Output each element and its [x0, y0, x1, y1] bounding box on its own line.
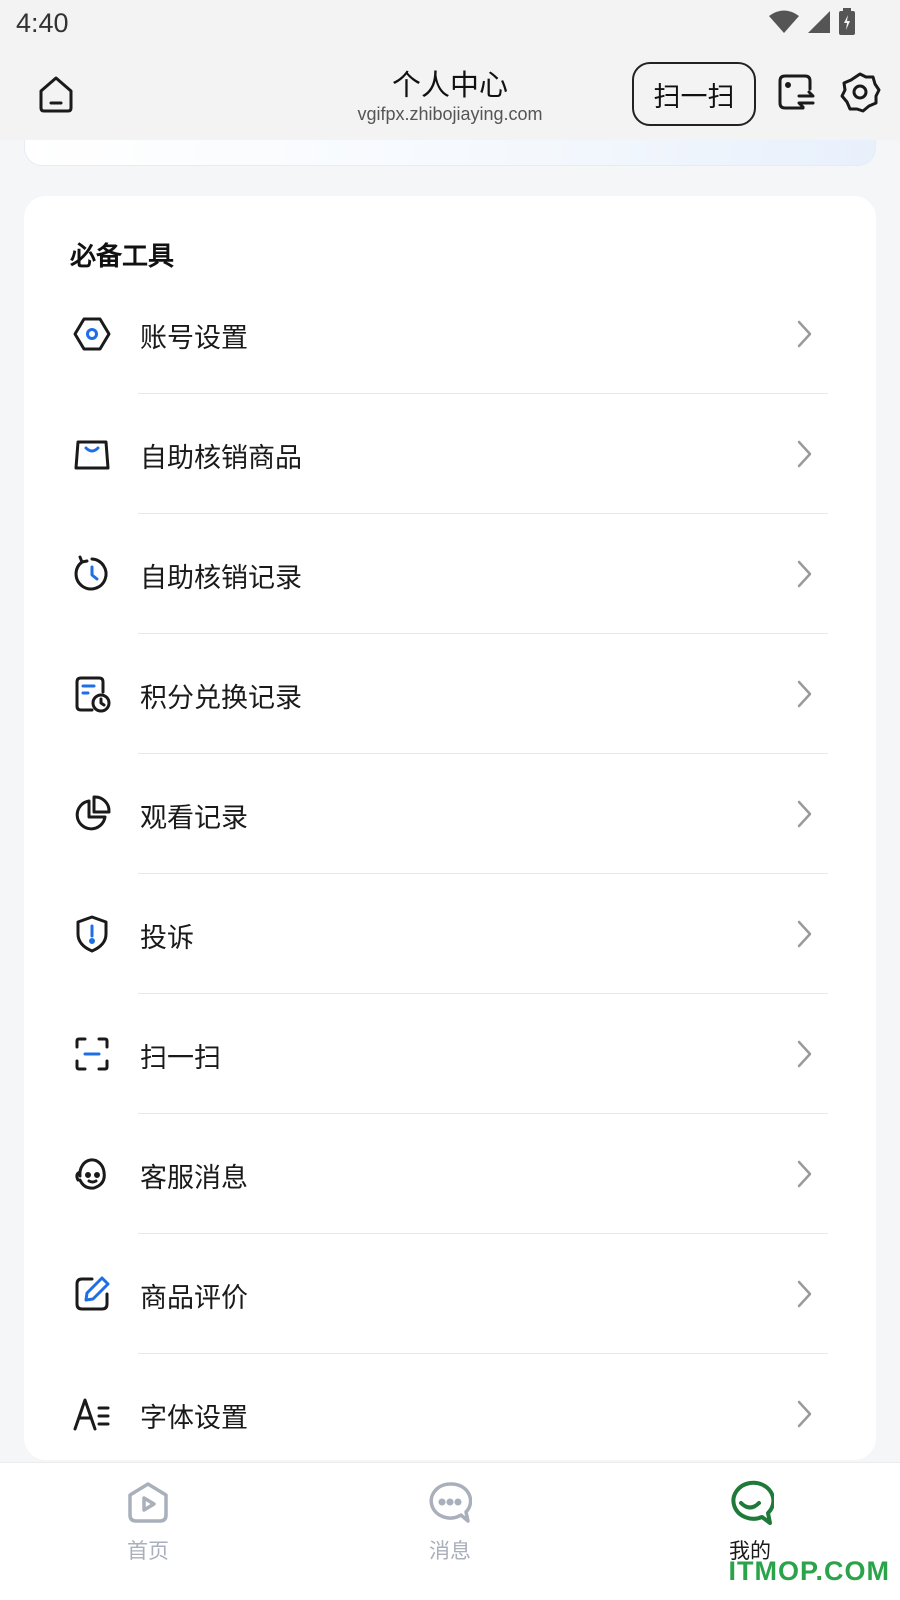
chevron-right-icon	[797, 1040, 812, 1068]
menu-item-label: 商品评价	[140, 1283, 248, 1314]
menu-item-customer-service[interactable]: 客服消息	[24, 1114, 876, 1234]
tab-messages[interactable]: 消息	[390, 1479, 510, 1579]
pie-chart-icon	[70, 792, 114, 836]
scan-button[interactable]: 扫一扫	[632, 62, 756, 126]
scan-frame-icon	[70, 1032, 114, 1076]
chevron-right-icon	[797, 320, 812, 348]
menu-item-font-settings[interactable]: 字体设置	[24, 1354, 876, 1474]
chevron-right-icon	[797, 680, 812, 708]
gear-icon	[839, 71, 881, 117]
chevron-right-icon	[797, 800, 812, 828]
tools-list: 账号设置 自助核销商品 自助核销记录 积分兑换记录 观看记录 投诉 扫一扫 客服…	[24, 274, 876, 1474]
smile-profile-icon	[726, 1479, 774, 1527]
tab-label: 消息	[429, 1539, 471, 1563]
headset-face-icon	[70, 1152, 114, 1196]
menu-item-label: 观看记录	[140, 803, 248, 834]
menu-item-product-review[interactable]: 商品评价	[24, 1234, 876, 1354]
home-icon	[35, 73, 77, 119]
home-button[interactable]	[30, 70, 82, 122]
page-title: 个人中心	[391, 68, 508, 102]
chevron-right-icon	[797, 1280, 812, 1308]
switch-card-icon	[775, 71, 817, 117]
clock-history-icon	[70, 552, 114, 596]
menu-item-label: 自助核销记录	[140, 563, 302, 594]
menu-item-label: 自助核销商品	[140, 443, 302, 474]
menu-item-label: 投诉	[140, 923, 194, 954]
header-bar: 个人中心 vgifpx.zhibojiaying.com 扫一扫	[0, 50, 900, 140]
tab-home[interactable]: 首页	[88, 1479, 208, 1579]
shopping-bag-icon	[70, 432, 114, 476]
font-size-icon	[70, 1392, 114, 1436]
tools-card: 必备工具 账号设置 自助核销商品 自助核销记录 积分兑换记录 观看记录 投诉 扫…	[24, 196, 876, 1460]
menu-item-self-verify-records[interactable]: 自助核销记录	[24, 514, 876, 634]
settings-button[interactable]	[834, 68, 886, 120]
switch-account-button[interactable]	[770, 68, 822, 120]
menu-item-label: 扫一扫	[140, 1043, 221, 1074]
menu-item-self-verify-goods[interactable]: 自助核销商品	[24, 394, 876, 514]
watermark-text: ITMOP.COM	[728, 1556, 890, 1586]
profile-card-bottom	[24, 140, 876, 166]
chevron-right-icon	[797, 560, 812, 588]
status-icons	[768, 8, 856, 40]
play-home-icon	[124, 1479, 172, 1527]
chevron-right-icon	[797, 1160, 812, 1188]
battery-icon	[838, 8, 856, 40]
chevron-right-icon	[797, 1400, 812, 1428]
chevron-right-icon	[797, 440, 812, 468]
menu-item-complaint[interactable]: 投诉	[24, 874, 876, 994]
menu-item-label: 客服消息	[140, 1163, 248, 1194]
menu-item-label: 积分兑换记录	[140, 683, 302, 714]
chevron-right-icon	[797, 920, 812, 948]
status-time: 4:40	[16, 8, 69, 38]
document-clock-icon	[70, 672, 114, 716]
menu-item-points-exchange-records[interactable]: 积分兑换记录	[24, 634, 876, 754]
section-title: 必备工具	[70, 242, 175, 272]
page-url: vgifpx.zhibojiaying.com	[357, 104, 543, 124]
shield-alert-icon	[70, 912, 114, 956]
menu-item-label: 账号设置	[140, 323, 248, 354]
menu-item-account-settings[interactable]: 账号设置	[24, 274, 876, 394]
settings-hexagon-icon	[70, 312, 114, 356]
menu-item-watch-history[interactable]: 观看记录	[24, 754, 876, 874]
status-bar: 4:40	[0, 0, 900, 50]
menu-item-scan[interactable]: 扫一扫	[24, 994, 876, 1114]
wifi-icon	[768, 9, 800, 39]
chat-bubble-icon	[426, 1479, 474, 1527]
signal-icon	[806, 9, 832, 39]
edit-pen-icon	[70, 1272, 114, 1316]
menu-item-label: 字体设置	[140, 1403, 248, 1434]
tab-label: 首页	[127, 1539, 169, 1563]
